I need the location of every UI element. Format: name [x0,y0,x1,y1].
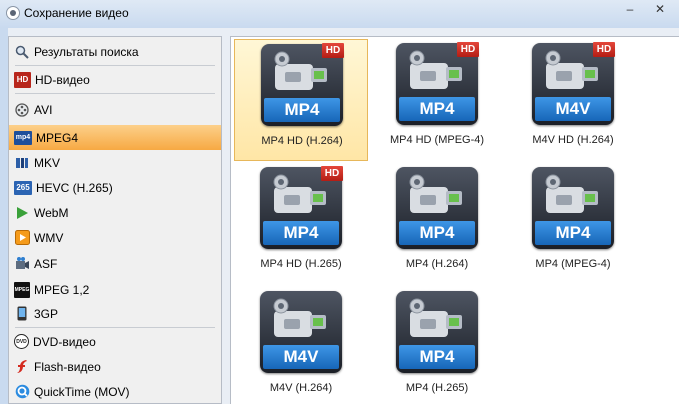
format-tile[interactable]: MP4 MP4 (H.264) [370,163,504,285]
hd-icon: HD [14,71,31,88]
quicktime-icon [14,384,30,400]
sidebar-item-search-results[interactable]: Результаты поиска [9,39,221,64]
sidebar-item-label: AVI [34,102,53,117]
sidebar-item-label: ASF [34,256,58,271]
webm-play-icon [14,205,30,221]
sidebar-item-wmv[interactable]: WMV [9,225,221,250]
sidebar-item-mpeg12[interactable]: MPEG MPEG 1,2 [9,277,221,302]
sidebar-item-mpeg4[interactable]: mp4 MPEG4 [9,125,221,150]
format-badge-text: MP4 [535,221,611,245]
format-tile[interactable]: MP4 HD MP4 HD (H.265) [234,163,368,285]
format-badge-text: M4V [263,345,339,369]
format-label: MP4 HD (H.264) [261,135,343,147]
mpeg-icon: MPEG [14,281,30,298]
format-tile[interactable]: MP4 MP4 (MPEG-4) [506,163,640,285]
format-badge-text: MP4 [399,97,475,121]
sidebar-item-3gp[interactable]: 3GP [9,301,221,326]
format-tile[interactable]: M4V HD M4V HD (H.264) [506,39,640,161]
hd-badge: HD [457,42,479,57]
hd-badge: HD [322,43,344,58]
sidebar-item-avi[interactable]: AVI [9,97,221,122]
camcorder-icon: MP4 [532,167,614,249]
hd-badge: HD [593,42,615,57]
camcorder-icon: MP4 [396,291,478,373]
magnifier-icon [14,44,30,60]
sidebar-item-label: QuickTime (MOV) [34,384,130,399]
format-tile[interactable]: M4V M4V (H.264) [234,287,368,409]
format-badge-text: MP4 [263,221,339,245]
format-label: MP4 (H.265) [405,382,469,394]
sidebar-item-label: HD-видео [35,72,90,87]
title-bar[interactable]: Сохранение видео – ✕ [0,0,679,28]
save-video-window: Сохранение видео – ✕ Результаты поиска H… [0,0,679,404]
app-icon [6,6,20,20]
format-category-list[interactable]: Результаты поиска HD HD-видео AVI mp4 MP… [8,36,222,404]
format-badge-text: M4V [535,97,611,121]
sidebar-item-quicktime[interactable]: QuickTime (MOV) [9,379,221,404]
mp4-icon: mp4 [14,130,32,145]
window-title: Сохранение видео [24,6,129,20]
phone-icon [14,306,30,322]
format-label: M4V HD (H.264) [532,134,614,146]
sidebar-item-asf[interactable]: ASF [9,251,221,276]
format-label: MP4 (H.264) [405,258,469,270]
divider [15,93,215,94]
format-label: MP4 (MPEG-4) [535,258,611,270]
asf-icon [14,256,30,272]
film-reel-icon [14,102,30,118]
sidebar-item-label: MKV [34,155,61,170]
divider [15,65,215,66]
sidebar-item-label: MPEG 1,2 [34,282,90,297]
mkv-icon [14,155,30,171]
window-frame [0,28,8,404]
format-label: MP4 HD (H.265) [260,258,342,270]
sidebar-item-label: Результаты поиска [34,44,139,59]
sidebar-item-mkv[interactable]: MKV [9,150,221,175]
format-badge-text: MP4 [264,98,340,122]
close-button[interactable]: ✕ [648,2,672,18]
format-tile[interactable]: MP4 HD MP4 HD (MPEG-4) [370,39,504,161]
sidebar-item-label: 3GP [34,306,59,321]
format-badge-text: MP4 [399,345,475,369]
dvd-icon: DVD [14,334,29,349]
format-grid: MP4 HD MP4 HD (H.264) MP4 HD MP4 HD (MPE… [230,36,679,404]
format-tile[interactable]: MP4 MP4 (H.265) [370,287,504,409]
sidebar-item-label: WebM [34,205,69,220]
sidebar-item-label: Flash-видео [34,359,101,374]
minimize-button[interactable]: – [618,2,642,18]
sidebar-item-label: MPEG4 [36,130,79,145]
flash-icon [14,359,30,375]
format-label: MP4 HD (MPEG-4) [389,134,485,146]
divider [15,327,215,328]
sidebar-item-label: WMV [34,230,64,245]
format-label: M4V (H.264) [269,382,333,394]
camcorder-icon: M4V [260,291,342,373]
sidebar-item-dvd-video[interactable]: DVD DVD-видео [9,329,221,354]
sidebar-item-flash-video[interactable]: Flash-видео [9,354,221,379]
camcorder-icon: MP4 [396,167,478,249]
hevc-icon: 265 [14,180,32,195]
hd-badge: HD [321,166,343,181]
format-badge-text: MP4 [399,221,475,245]
wmv-icon [14,230,30,246]
sidebar-item-hd-video[interactable]: HD HD-видео [9,67,221,92]
sidebar-item-label: HEVC (H.265) [36,180,113,195]
sidebar-item-label: DVD-видео [33,334,96,349]
sidebar-item-webm[interactable]: WebM [9,200,221,225]
format-tile[interactable]: MP4 HD MP4 HD (H.264) [234,39,368,161]
sidebar-item-hevc[interactable]: 265 HEVC (H.265) [9,175,221,200]
